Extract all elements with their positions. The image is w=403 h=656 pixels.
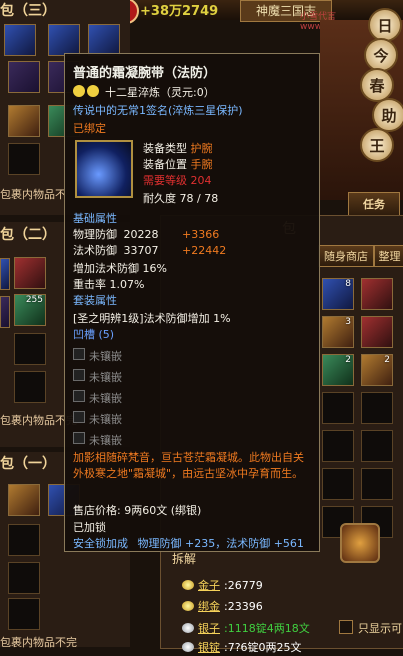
socket-icon (73, 390, 85, 402)
refine-level: 十二星淬炼（灵元:0） (105, 86, 215, 99)
bag3-hint: 包裹内物品不 (0, 188, 66, 201)
socket-label: 未镶嵌 (89, 413, 122, 426)
item-icon (75, 140, 133, 198)
lock-status: 已加锁 (73, 521, 106, 534)
money-silver: 银子 :1118锭4两18文 (182, 619, 310, 637)
inventory-slot[interactable]: 8 (322, 278, 354, 310)
bag-slot[interactable] (14, 333, 46, 365)
side-button-4[interactable]: 助 (372, 98, 403, 132)
price-row: 售店价格: 9两60文 (绑银) (73, 504, 202, 517)
bag-slot[interactable] (14, 371, 46, 403)
money-bound-gold: 绑金 :23396 (182, 597, 263, 615)
bag2-title: 包（二） (0, 227, 56, 243)
silver-ingot-icon (182, 642, 194, 652)
bag-slot[interactable] (8, 598, 40, 630)
show-only-checkbox[interactable] (339, 620, 353, 634)
socket-icon (73, 369, 85, 381)
type-row: 装备类型 护腕 (143, 142, 213, 155)
show-only-label: 只显示可 (358, 622, 402, 635)
task-button[interactable]: 任务 (348, 192, 400, 216)
inventory-slot[interactable]: 3 (322, 316, 354, 348)
inventory-slot[interactable] (361, 468, 393, 500)
safe-lock-row: 安全锁加成 物理防御 +235，法术防御 +561 (73, 537, 304, 550)
inventory-slot[interactable] (361, 316, 393, 348)
smile-icon (73, 85, 85, 97)
bound-status: 已绑定 (73, 122, 106, 135)
treasure-bag-icon[interactable] (340, 523, 380, 563)
money-silver-ingot: 银锭 :7?6锭0两25文 (182, 638, 302, 656)
side-button-1[interactable]: 日 (368, 8, 402, 42)
inventory-slot[interactable]: 2 (361, 354, 393, 386)
bag-slot[interactable] (14, 257, 46, 289)
bag1-title: 包（一） (0, 456, 56, 472)
legend-line: 传说中的无常1签名(淬炼三星保护) (73, 104, 243, 117)
socket-icon (73, 411, 85, 423)
bag-slot[interactable] (8, 105, 40, 137)
attr-row: 法术防御 33707 +22442 (73, 244, 227, 257)
socket-label: 未镶嵌 (89, 350, 122, 363)
bag-slot[interactable] (0, 296, 10, 328)
attr-row: 重击率 1.07% (73, 278, 145, 291)
money-gain: +38万2749 (140, 4, 219, 19)
inventory-slot[interactable] (322, 430, 354, 462)
silver-coin-icon (182, 623, 194, 633)
bag-slot[interactable]: 255 (14, 294, 46, 326)
bag1-hint: 包裹内物品不完 (0, 636, 77, 649)
durability-row: 耐久度 78 / 78 (143, 192, 219, 205)
money-gold: 金子 :26779 (182, 576, 263, 594)
base-attr-title: 基础属性 (73, 212, 117, 225)
socket-label: 未镶嵌 (89, 371, 122, 384)
bag-slot[interactable] (8, 524, 40, 556)
inventory-slot[interactable] (322, 468, 354, 500)
attr-row: 增加法术防御 16% (73, 262, 167, 275)
inventory-slot[interactable] (361, 430, 393, 462)
attr-row: 物理防御 20228 +3366 (73, 228, 220, 241)
inventory-slot[interactable] (361, 392, 393, 424)
inventory-slot[interactable] (322, 392, 354, 424)
item-tooltip: 普通的霜凝腕带（法防） 十二星淬炼（灵元:0） 传说中的无常1签名(淬炼三星保护… (64, 53, 320, 552)
smile-icon (87, 85, 99, 97)
side-button-3[interactable]: 春 (360, 68, 394, 102)
bag-slot[interactable] (88, 24, 120, 56)
bag-slot[interactable] (48, 24, 80, 56)
bag-slot[interactable] (8, 562, 40, 594)
set-attr-title: 套装属性 (73, 294, 117, 307)
bound-gold-icon (182, 601, 194, 611)
bag-slot[interactable] (4, 24, 36, 56)
socket-title: 凹槽 (5) (73, 328, 115, 341)
inventory-slot[interactable]: 2 (322, 354, 354, 386)
bag-slot[interactable] (8, 61, 40, 93)
sort-button[interactable]: 整理 (374, 245, 403, 267)
socket-label: 未镶嵌 (89, 392, 122, 405)
bag-slot[interactable] (8, 143, 40, 175)
set-attr-line: [圣之明辨1级]法术防御增加 1% (73, 312, 231, 325)
disassemble-label[interactable]: 拆解 (172, 550, 196, 567)
gold-coin-icon (182, 580, 194, 590)
position-row: 装备位置 手腕 (143, 158, 213, 171)
bag3-title: 包（三） (0, 3, 56, 19)
side-button-5[interactable]: 王 (360, 128, 394, 162)
side-button-2[interactable]: 今 (364, 38, 398, 72)
socket-label: 未镶嵌 (89, 434, 122, 447)
item-name: 普通的霜凝腕带（法防） (73, 66, 217, 81)
socket-icon (73, 348, 85, 360)
inventory-slot[interactable] (361, 278, 393, 310)
level-row: 需要等级 204 (143, 174, 212, 187)
item-description: 加影相随碎梵音，亘古苍茫霜凝城。此物出自关外极寒之地"霜凝城"，由远古坚冰中孕育… (73, 451, 304, 480)
shop-tab[interactable]: 随身商店 (318, 245, 374, 267)
bag-slot[interactable] (0, 258, 10, 290)
bag-slot[interactable] (8, 484, 40, 516)
socket-icon (73, 432, 85, 444)
